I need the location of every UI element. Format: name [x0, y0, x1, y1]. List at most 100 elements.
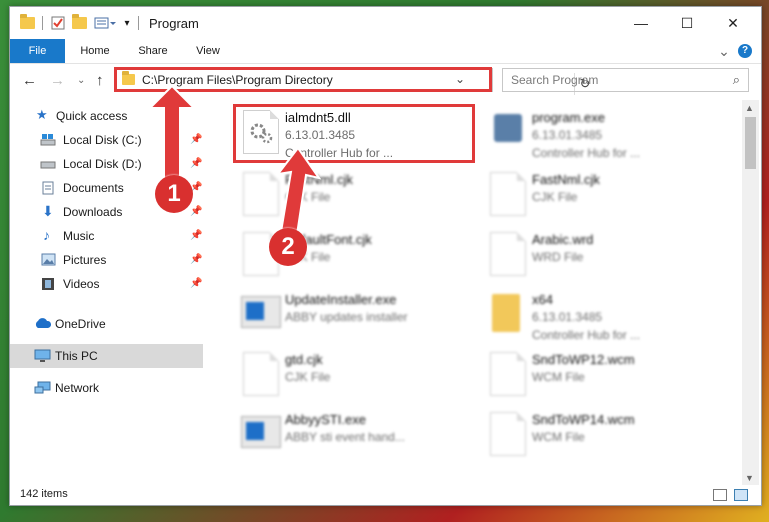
file-item[interactable]: FastNml.cjk CJK File [480, 166, 720, 226]
scroll-up-icon[interactable]: ▲ [745, 103, 754, 113]
address-row: ← → ⌄ ↑ C:\Program Files\Program Directo… [10, 64, 761, 98]
quick-access-dropdown-icon[interactable]: ▾ [122, 15, 132, 31]
customize-view-icon[interactable] [94, 15, 116, 31]
file-item[interactable]: gtd.cjk CJK File [233, 346, 473, 406]
pin-icon[interactable]: 📌 [190, 278, 202, 289]
cloud-icon [34, 317, 52, 331]
sidebar-item-label: Pictures [63, 253, 107, 267]
help-icon[interactable]: ? [738, 44, 752, 58]
up-arrow-icon[interactable]: ↑ [96, 72, 104, 89]
file-description: ABBY sti event hand... [285, 430, 405, 444]
file-type: WCM File [532, 430, 585, 444]
new-folder-icon[interactable] [72, 14, 87, 31]
scroll-down-icon[interactable]: ▼ [745, 473, 754, 483]
step-badge-2: 2 [269, 228, 307, 266]
file-item[interactable]: SndToWP14.wcm WCM File [480, 406, 720, 466]
explorer-window: ▾ Program — ☐ ✕ File Home Share View ⌄ ?… [9, 6, 762, 506]
divider [42, 16, 43, 30]
sidebar-item-label: This PC [55, 349, 98, 363]
sidebar-item-music[interactable]: ♪ Music 📌 [10, 224, 203, 248]
file-type: WCM File [532, 370, 585, 384]
close-button[interactable]: ✕ [710, 7, 756, 39]
drive-icon [40, 133, 56, 147]
vertical-scrollbar[interactable]: ▲ ▼ [742, 100, 759, 486]
file-version: 6.13.01.3485 [532, 128, 603, 142]
file-icon [490, 352, 526, 396]
divider [138, 16, 139, 30]
star-icon: ★ [36, 107, 48, 122]
forward-arrow-icon[interactable]: → [50, 72, 65, 89]
scroll-thumb[interactable] [745, 117, 756, 169]
file-type: WRD File [532, 250, 584, 264]
file-type: CJK File [532, 190, 578, 204]
sidebar-item-label: Downloads [63, 205, 123, 219]
sidebar-item-label: Videos [63, 277, 100, 291]
sidebar-item-label: Music [63, 229, 95, 243]
tiles-view-icon[interactable] [734, 489, 748, 501]
file-item[interactable]: FastNml.cjk CJK File [233, 166, 473, 226]
window-title: Program [149, 16, 199, 31]
maximize-button[interactable]: ☐ [664, 7, 710, 39]
item-count: 142 items [20, 488, 68, 500]
file-item[interactable]: UpdateInstaller.exe ABBY updates install… [233, 286, 473, 346]
tab-file[interactable]: File [10, 39, 65, 63]
installer-icon [241, 416, 281, 448]
minimize-button[interactable]: — [618, 7, 664, 39]
file-item[interactable]: AbbyySTI.exe ABBY sti event hand... [233, 406, 473, 466]
pin-icon[interactable]: 📌 [190, 254, 202, 265]
film-icon [41, 277, 55, 291]
file-item[interactable]: DefaultFont.cjk CJK File [233, 226, 473, 286]
file-item[interactable]: x64 6.13.01.3485 Controller Hub for ... [480, 286, 720, 346]
sidebar-item-label: Quick access [56, 109, 128, 123]
folder-icon [492, 294, 520, 332]
sidebar-item-this-pc[interactable]: This PC [10, 344, 203, 368]
status-bar: 142 items [10, 485, 761, 505]
file-description: Controller Hub for ... [532, 328, 641, 342]
file-description: Controller Hub for ... [532, 146, 641, 160]
back-arrow-icon[interactable]: ← [22, 72, 37, 89]
details-view-icon[interactable] [713, 489, 727, 501]
file-name: AbbyySTI.exe [285, 412, 366, 427]
file-name: program.exe [532, 110, 605, 125]
file-icon [243, 352, 279, 396]
file-item[interactable]: Arabic.wrd WRD File [480, 226, 720, 286]
search-icon[interactable]: ⌕ [733, 72, 740, 88]
file-version: 6.13.01.3485 [532, 310, 603, 324]
drive-icon [40, 157, 56, 171]
tab-share[interactable]: Share [128, 39, 178, 63]
ribbon-expand-icon[interactable]: ⌄ [714, 39, 734, 63]
file-name: gtd.cjk [285, 352, 323, 367]
sidebar-item-onedrive[interactable]: OneDrive [10, 312, 203, 336]
sidebar-item-pictures[interactable]: Pictures 📌 [10, 248, 203, 272]
network-icon [34, 381, 51, 395]
file-item[interactable]: SndToWP12.wcm WCM File [480, 346, 720, 406]
sidebar-item-label: OneDrive [55, 317, 106, 331]
pin-icon[interactable]: 📌 [190, 230, 202, 241]
search-input[interactable]: Search Program [511, 73, 598, 87]
file-type: CJK File [285, 370, 331, 384]
exe-file-icon [494, 114, 522, 142]
step-badge-1: 1 [155, 175, 193, 213]
file-icon [490, 232, 526, 276]
file-icon [490, 172, 526, 216]
file-name: FastNml.cjk [532, 172, 600, 187]
tab-view[interactable]: View [186, 39, 230, 63]
music-icon: ♪ [43, 227, 50, 243]
sidebar-item-label: Local Disk (C:) [63, 133, 142, 147]
file-item[interactable]: program.exe 6.13.01.3485 Controller Hub … [480, 104, 720, 164]
computer-icon [34, 349, 51, 363]
properties-icon[interactable] [50, 15, 66, 31]
search-box[interactable]: Search Program ⌕ [502, 68, 749, 92]
sidebar-item-label: Documents [63, 181, 124, 195]
recent-locations-icon[interactable]: ⌄ [77, 75, 85, 86]
ribbon: File Home Share View ⌄ ? [10, 39, 761, 64]
file-icon [490, 412, 526, 456]
sidebar-item-network[interactable]: Network [10, 376, 203, 400]
sidebar-item-videos[interactable]: Videos 📌 [10, 272, 203, 296]
highlight-box-file [233, 104, 475, 163]
tab-home[interactable]: Home [72, 39, 118, 63]
file-name: Arabic.wrd [532, 232, 594, 247]
file-name: x64 [532, 292, 553, 307]
file-name: UpdateInstaller.exe [285, 292, 397, 307]
title-bar: ▾ Program — ☐ ✕ [10, 7, 761, 39]
